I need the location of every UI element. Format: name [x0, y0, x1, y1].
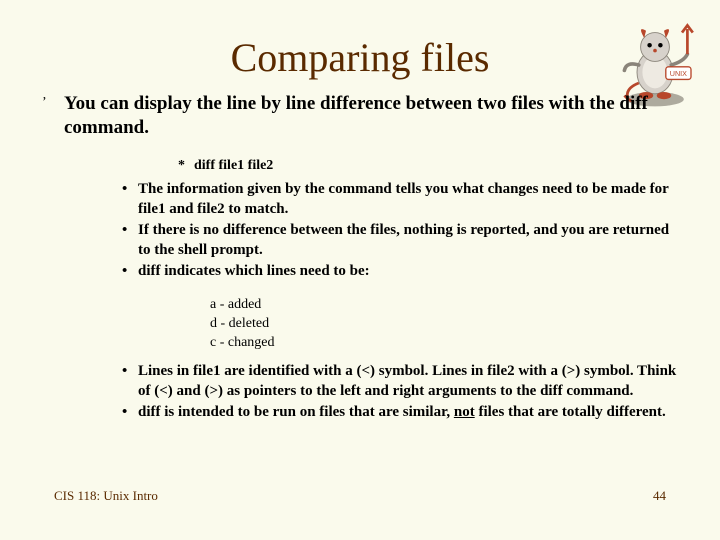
main-bullet-text: You can display the line by line differe… — [64, 93, 648, 138]
sub-bullet-similar: • diff is intended to be run on files th… — [138, 403, 690, 423]
slide-title: Comparing files — [0, 34, 720, 81]
sub-bullet-info: • The information given by the command t… — [138, 180, 682, 219]
sub-bullet-similar-p3: files that are totally different. — [475, 404, 666, 420]
bullet-dot-icon: • — [122, 262, 127, 282]
sub-bullets-upper: • The information given by the command t… — [138, 180, 682, 282]
command-text: diff file1 file2 — [194, 158, 273, 173]
bullet-tick: ’ — [42, 94, 47, 112]
sub-bullet-indicates-text: diff indicates which lines need to be: — [138, 263, 370, 279]
star-bullet: * — [178, 158, 194, 174]
action-lines: a - added d - deleted c - changed — [210, 296, 275, 353]
bullet-dot-icon: • — [122, 180, 127, 200]
sub-bullet-indicates: • diff indicates which lines need to be: — [138, 262, 682, 282]
footer-page-number: 44 — [653, 488, 666, 504]
action-deleted: d - deleted — [210, 315, 275, 334]
bullet-dot-icon: • — [122, 221, 127, 241]
sub-bullet-similar-p1: diff is intended to be run on files that… — [138, 404, 454, 420]
slide: UNIX Comparing files ’ You can display t… — [0, 0, 720, 540]
action-changed: c - changed — [210, 334, 275, 353]
sub-bullet-nodiff-text: If there is no difference between the fi… — [138, 222, 669, 258]
sub-bullet-similar-not: not — [454, 404, 475, 420]
action-added: a - added — [210, 296, 275, 315]
sub-bullet-symbols: • Lines in file1 are identified with a (… — [138, 362, 690, 401]
sub-bullet-nodiff: • If there is no difference between the … — [138, 221, 682, 260]
command-line: *diff file1 file2 — [178, 158, 273, 174]
bullet-dot-icon: • — [122, 403, 127, 423]
sub-bullets-lower: • Lines in file1 are identified with a (… — [138, 362, 690, 423]
sub-bullet-info-text: The information given by the command tel… — [138, 181, 669, 217]
main-bullet: ’ You can display the line by line diffe… — [64, 92, 680, 140]
footer-course: CIS 118: Unix Intro — [54, 488, 158, 504]
sub-bullet-symbols-text: Lines in file1 are identified with a (<)… — [138, 363, 676, 399]
bullet-dot-icon: • — [122, 362, 127, 382]
